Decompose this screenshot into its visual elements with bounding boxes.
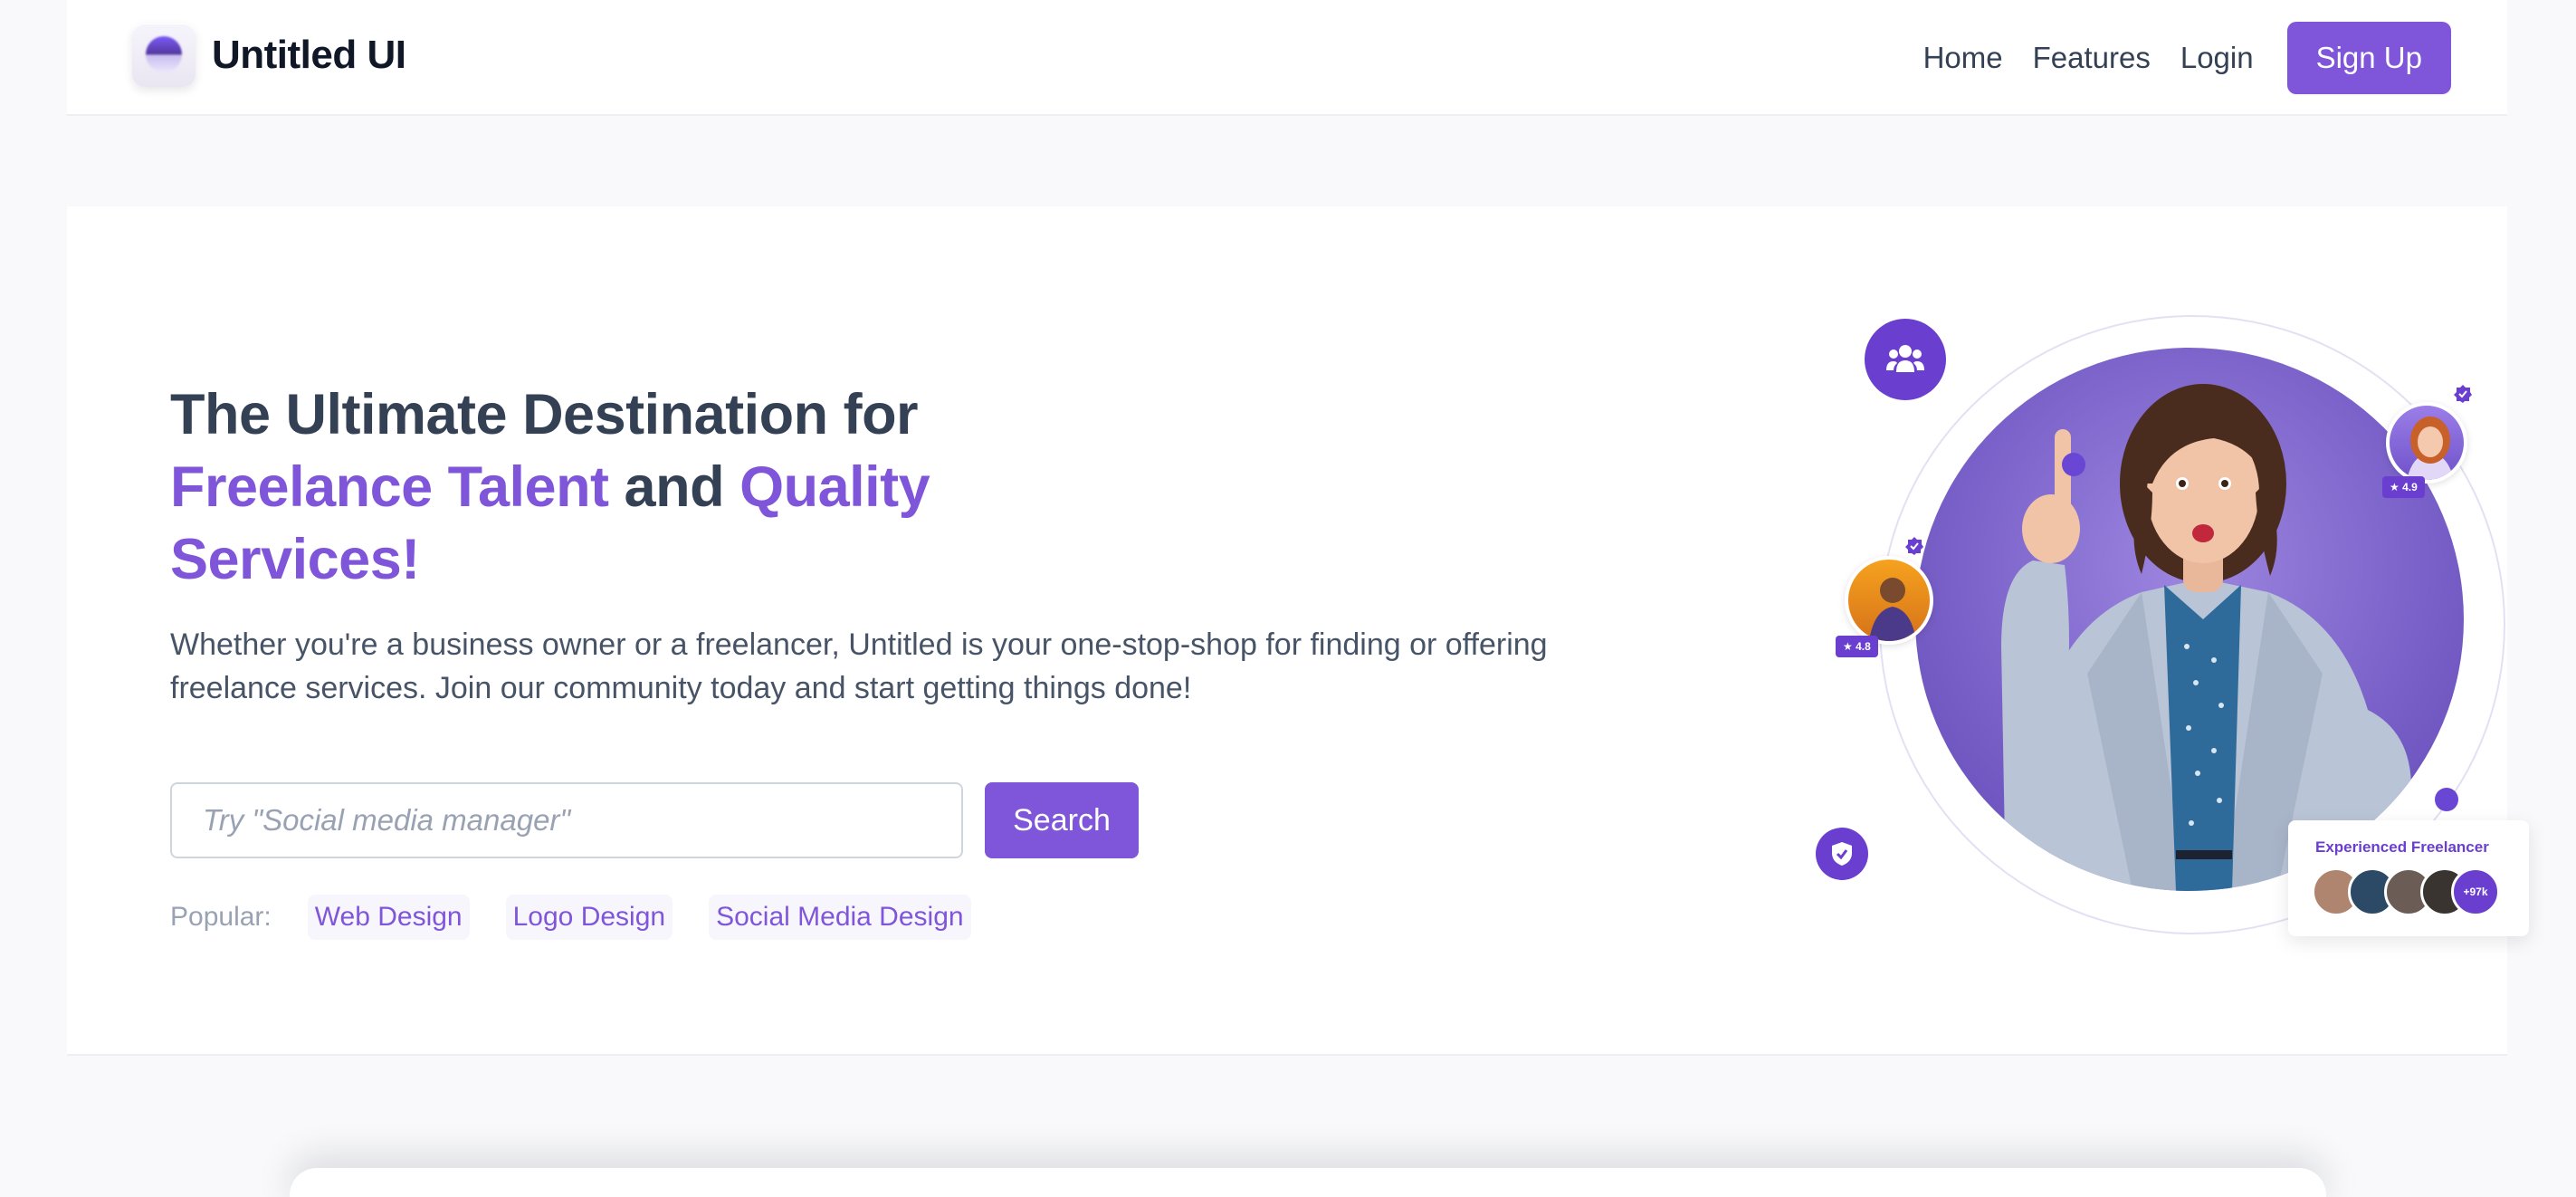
decorative-dot [2062, 453, 2085, 476]
verified-badge-icon [2454, 385, 2472, 403]
popular-label: Popular: [170, 902, 272, 932]
star-icon: ★ [2390, 481, 2403, 493]
rating-value-top: 4.9 [2402, 481, 2418, 493]
more-freelancers-badge: +97k [2451, 867, 2500, 916]
experienced-freelancer-card: Experienced Freelancer +97k [2288, 820, 2529, 936]
team-icon [1865, 319, 1946, 400]
brand-name: Untitled UI [212, 33, 406, 77]
hero-illustration: ★ 4.9 ★ 4.8 Experienced Freelancer +97k [1769, 315, 2529, 967]
verified-badge-icon [1905, 537, 1923, 555]
search-input[interactable] [170, 782, 963, 858]
rating-badge-left: ★ 4.8 [1836, 636, 1878, 657]
popular-searches: Popular: Web Design Logo Design Social M… [170, 895, 1007, 940]
popular-tag-logo-design[interactable]: Logo Design [505, 895, 673, 940]
main-nav: Home Features Login Sign Up [1894, 22, 2451, 94]
freelancer-avatar-left [1845, 556, 1933, 645]
signup-button[interactable]: Sign Up [2286, 22, 2451, 94]
hero-title: The Ultimate Destination for Freelance T… [170, 378, 1075, 596]
hero-title-line1: The Ultimate Destination for [170, 383, 919, 446]
shield-icon [1816, 828, 1868, 880]
popular-tag-social-media-design[interactable]: Social Media Design [709, 895, 971, 940]
logo-icon [132, 24, 196, 87]
rating-badge-top: ★ 4.9 [2382, 476, 2425, 498]
popular-tag-web-design[interactable]: Web Design [307, 895, 470, 940]
star-icon: ★ [1843, 640, 1856, 653]
search-button[interactable]: Search [985, 782, 1139, 858]
hero-photo [1915, 348, 2464, 891]
hero-title-and: and [624, 455, 725, 519]
nav-link-login[interactable]: Login [2180, 41, 2254, 75]
hero-title-accent-services: Services! [170, 528, 420, 591]
decorative-dot [2435, 788, 2458, 811]
hero-description: Whether you're a business owner or a fre… [170, 627, 1548, 705]
hero-title-accent-talent: Freelance Talent [170, 455, 609, 519]
nav-link-features[interactable]: Features [2033, 41, 2151, 75]
brand-logo[interactable]: Untitled UI [132, 24, 406, 87]
next-section-edge [290, 1168, 2326, 1197]
search-bar: Search [170, 782, 1139, 858]
nav-link-home[interactable]: Home [1923, 41, 2003, 75]
freelancer-avatar-top [2386, 402, 2467, 484]
hero-section: The Ultimate Destination for Freelance T… [67, 206, 2529, 1056]
hero-title-accent-quality: Quality [739, 455, 930, 519]
rating-value-left: 4.8 [1856, 640, 1871, 653]
top-navbar: Untitled UI Home Features Login Sign Up [67, 0, 2507, 116]
card-title: Experienced Freelancer [2315, 838, 2489, 856]
